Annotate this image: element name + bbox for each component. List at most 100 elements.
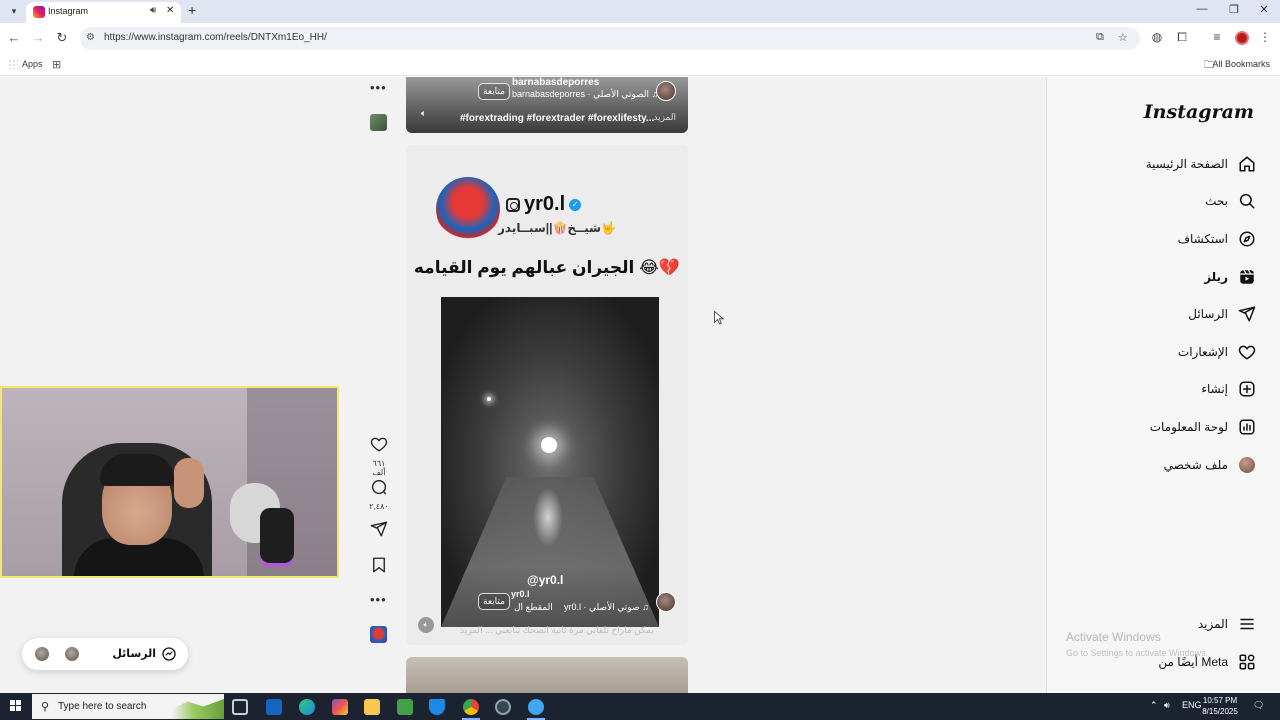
webcam-person-hair [100, 454, 174, 486]
heart-icon[interactable] [370, 435, 388, 453]
extension-icon[interactable]: ◍ [1149, 30, 1165, 44]
obs-icon[interactable] [495, 699, 511, 715]
messages-floating-button[interactable]: الرسائل [22, 638, 188, 670]
copilot-icon[interactable] [332, 699, 348, 715]
audio-thumbnail[interactable] [370, 114, 387, 131]
store-icon[interactable] [397, 699, 413, 715]
more-options-icon[interactable]: ••• [370, 592, 387, 607]
tab-groups-icon[interactable]: ⊞ [52, 58, 61, 71]
follow-button[interactable]: متابعة [478, 593, 510, 610]
send-icon[interactable] [370, 520, 388, 538]
heart-icon [1238, 343, 1256, 361]
bookmark-apps[interactable]: Apps [22, 59, 43, 69]
follow-button[interactable]: متابعة [478, 83, 510, 100]
instagram-logo[interactable]: Instagram [1144, 101, 1254, 123]
nav-profile[interactable]: ملف شخصي [1164, 454, 1256, 476]
reel-caption[interactable]: يمكن ماراح تلقاني مرة ثانية اتصحك تتابعن… [460, 625, 654, 636]
restore-button[interactable]: ❐ [1224, 3, 1244, 16]
tab-close-icon[interactable]: ✕ [166, 5, 174, 16]
reel-video[interactable]: @yr0.l [441, 297, 659, 627]
video-streetlight [487, 397, 491, 401]
install-app-icon[interactable]: ⧉ [1096, 31, 1104, 44]
video-watermark: @yr0.l [527, 573, 564, 587]
mute-icon[interactable]: 🔈︎ [418, 617, 434, 633]
tray-overflow-icon[interactable]: ⌃ [1150, 700, 1158, 711]
windows-taskbar: ⚲ Type here to search ⌃ 🔊︎ ENG 10:57 PM … [0, 693, 1280, 720]
mute-icon[interactable]: 🔈︎ [421, 108, 426, 119]
app-icon[interactable] [528, 699, 544, 715]
reel-audio[interactable]: yr0.l · صوتي الأصلي ♫ [564, 602, 649, 613]
audio-thumbnail[interactable] [370, 626, 387, 643]
share-button[interactable] [366, 520, 392, 543]
task-view-icon[interactable] [232, 699, 248, 715]
nav-notifications[interactable]: الإشعارات [1178, 341, 1256, 363]
browser-tab[interactable]: Instagram 🔊︎ ✕ [26, 2, 181, 23]
audio-playing-icon[interactable]: 🔊︎ [150, 5, 156, 16]
explore-icon [1238, 230, 1256, 248]
comment-icon[interactable] [370, 478, 388, 496]
browser-tab-bar: ▾ Instagram 🔊︎ ✕ + — ❐ ✕ [0, 0, 1280, 23]
bookmark-icon[interactable] [370, 556, 388, 574]
menu-kebab-icon[interactable]: ⋮ [1257, 30, 1273, 44]
reel-clip-label[interactable]: المقطع ال [514, 602, 553, 613]
address-bar[interactable]: ⚙ https://www.instagram.com/reels/DNTXm1… [80, 27, 1140, 50]
nav-explore[interactable]: استكشاف [1178, 228, 1256, 250]
like-button[interactable]: ٦٦١ ألف [366, 435, 392, 477]
reel-audio[interactable]: barnabasdeporres · الصوتي الأصلي ♫ [512, 89, 658, 100]
bookmarks-bar: Apps ⊞ 🗀 All Bookmarks [0, 54, 1280, 76]
reel-author-avatar[interactable] [656, 592, 676, 612]
close-window-button[interactable]: ✕ [1254, 3, 1274, 16]
outlook-icon[interactable] [266, 699, 282, 715]
volume-icon[interactable]: 🔊︎ [1164, 700, 1170, 711]
url-text[interactable]: https://www.instagram.com/reels/DNTXm1Eo… [104, 32, 327, 43]
nav-create[interactable]: إنشاء [1201, 378, 1256, 400]
reel-previous[interactable]: barnabasdeporres متابعة barnabasdeporres… [406, 77, 688, 133]
tab-search-button[interactable]: ▾ [6, 4, 22, 18]
apps-grid-icon[interactable] [8, 59, 18, 69]
bookmark-star-icon[interactable]: ☆ [1118, 31, 1128, 44]
more-options-icon[interactable]: ••• [370, 80, 387, 95]
profile-avatar-image [1239, 457, 1255, 473]
nav-home[interactable]: الصفحة الرئيسية [1146, 153, 1256, 175]
reel-next[interactable] [406, 657, 688, 693]
nav-messages[interactable]: الرسائل [1188, 303, 1256, 325]
nav-more[interactable]: المزيد [1198, 613, 1256, 635]
taskbar-search-box[interactable]: ⚲ Type here to search [32, 694, 224, 719]
security-shield-icon[interactable] [429, 699, 445, 715]
reel-hashtags[interactable]: #forextrading #forextrader #forexlifesty… [460, 113, 654, 124]
comment-button[interactable]: ٢,٤٨٠ [366, 478, 392, 511]
webcam-microphone [260, 508, 294, 563]
forward-button[interactable]: → [30, 30, 46, 46]
browser-profile-avatar[interactable] [1235, 31, 1249, 45]
minimize-button[interactable]: — [1192, 3, 1212, 15]
nav-reels[interactable]: ريلز [1204, 266, 1256, 288]
extensions-puzzle-icon[interactable]: ⧠ [1174, 30, 1190, 45]
nav-search[interactable]: بحث [1205, 190, 1256, 212]
chrome-icon[interactable] [463, 699, 479, 715]
browser-toolbar: ← → ↻ ⚙ https://www.instagram.com/reels/… [0, 23, 1280, 54]
new-tab-button[interactable]: + [188, 2, 196, 18]
notification-center-icon[interactable]: 🗨︎ [1253, 700, 1264, 711]
windows-start-icon[interactable] [10, 700, 22, 712]
reel-username[interactable]: barnabasdeporres [512, 77, 599, 88]
hamburger-menu-icon [1238, 615, 1256, 633]
reel-more-link[interactable]: المزيد [653, 112, 676, 123]
webcam-person-hand [174, 458, 204, 508]
all-bookmarks[interactable]: All Bookmarks [1212, 59, 1270, 69]
taskbar-search-placeholder[interactable]: Type here to search [58, 701, 146, 712]
edge-icon[interactable] [299, 699, 315, 715]
nav-dashboard[interactable]: لوحة المعلومات [1150, 416, 1256, 438]
save-button[interactable] [366, 556, 392, 579]
taskbar-clock[interactable]: 10:57 PM 8/15/2025 [1196, 695, 1244, 717]
activate-windows-title: Activate Windows [1066, 630, 1161, 644]
reel-username[interactable]: yr0.l [511, 589, 530, 599]
reel-author-avatar[interactable] [656, 81, 676, 101]
back-button[interactable]: ← [6, 30, 22, 46]
media-controls-icon[interactable]: ≡ [1209, 30, 1225, 44]
file-explorer-icon[interactable] [364, 699, 380, 715]
conversation-avatar [64, 646, 80, 662]
reload-button[interactable]: ↻ [54, 30, 70, 46]
reel-current[interactable]: yr0.l ✓ شيــخ🍿||سبــايدر🤟 الجيران عبالهم… [406, 145, 688, 645]
site-info-icon[interactable]: ⚙ [86, 32, 95, 43]
like-count: ٦٦١ ألف [372, 459, 386, 477]
